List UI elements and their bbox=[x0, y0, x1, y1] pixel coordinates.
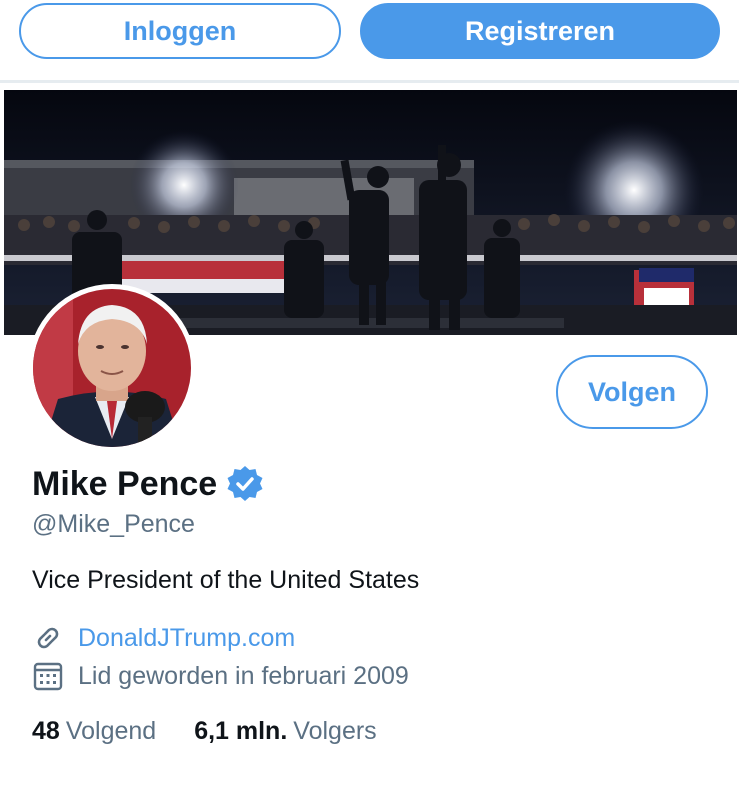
profile-bio: Vice President of the United States bbox=[32, 566, 420, 594]
followers-stat[interactable]: 6,1 mln. Volgers bbox=[194, 717, 376, 746]
profile-name: Mike Pence bbox=[32, 464, 218, 503]
header-divider bbox=[0, 80, 739, 83]
following-count: 48 bbox=[32, 717, 60, 745]
profile-website-link[interactable]: DonaldJTrump.com bbox=[78, 624, 295, 653]
calendar-icon bbox=[33, 662, 63, 691]
followers-label: Volgers bbox=[293, 717, 377, 745]
profile-avatar[interactable] bbox=[28, 284, 196, 452]
profile-website-row: DonaldJTrump.com bbox=[32, 622, 295, 654]
link-icon bbox=[37, 627, 59, 649]
profile-name-row: Mike Pence bbox=[32, 462, 265, 506]
login-button[interactable]: Inloggen bbox=[19, 3, 341, 59]
profile-stats: 48 Volgend 6,1 mln. Volgers bbox=[32, 717, 415, 746]
register-button[interactable]: Registreren bbox=[360, 3, 720, 59]
following-label: Volgend bbox=[65, 717, 157, 745]
profile-joined-date: Lid geworden in februari 2009 bbox=[78, 661, 409, 690]
top-bar: Inloggen Registreren bbox=[0, 0, 739, 82]
following-stat[interactable]: 48 Volgend bbox=[32, 717, 156, 746]
followers-count: 6,1 mln. bbox=[194, 717, 288, 745]
profile-handle: @Mike_Pence bbox=[32, 510, 195, 538]
profile-joined-row: Lid geworden in februari 2009 bbox=[32, 660, 409, 692]
follow-button[interactable]: Volgen bbox=[556, 355, 708, 429]
verified-badge-icon bbox=[227, 466, 263, 501]
